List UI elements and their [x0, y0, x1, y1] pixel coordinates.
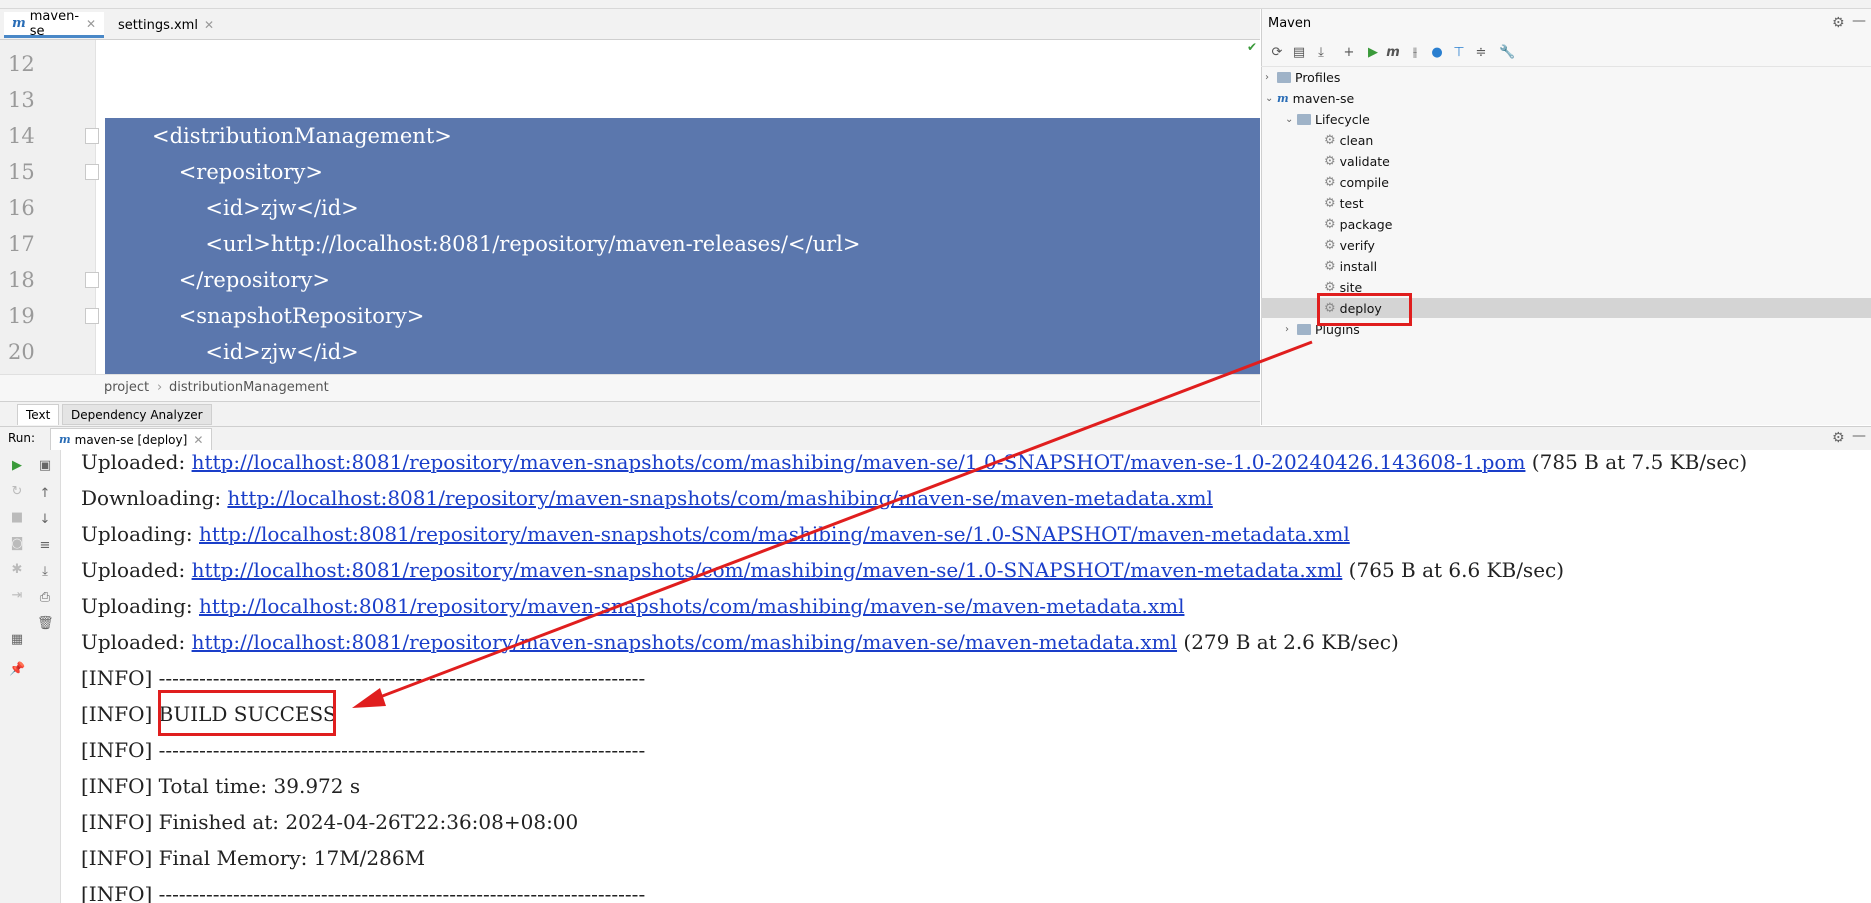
- arrow-line: [371, 340, 1313, 702]
- annotation-arrow: [352, 340, 1313, 708]
- arrow-head: [352, 688, 386, 708]
